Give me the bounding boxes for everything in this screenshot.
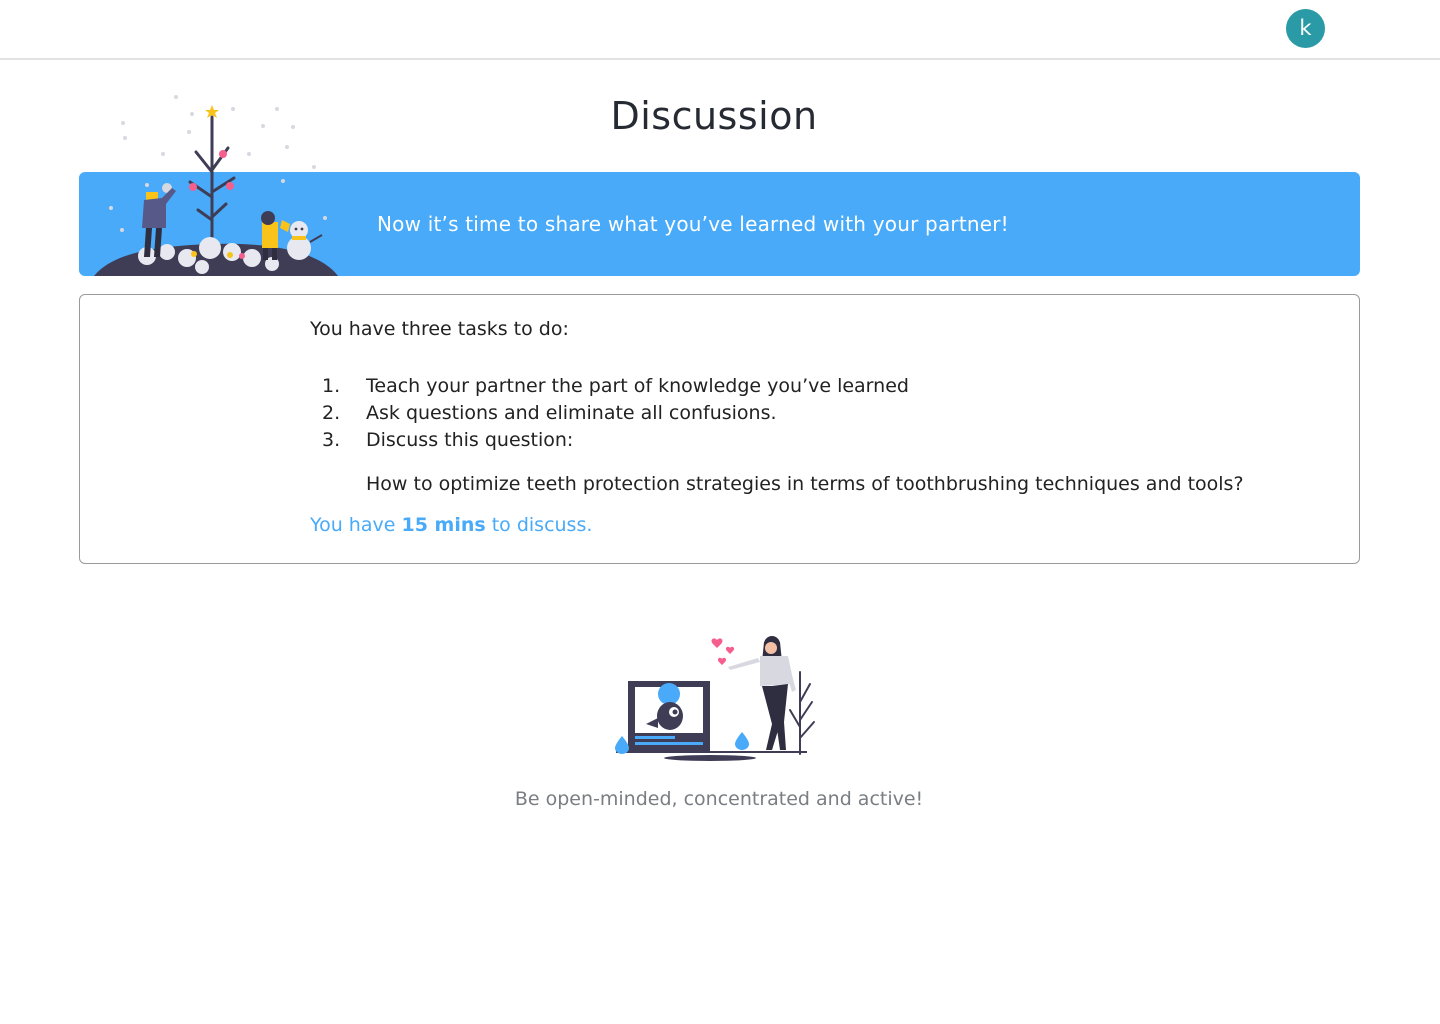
footer-note: Be open-minded, concentrated and active! bbox=[514, 788, 924, 810]
task-number: 1. bbox=[322, 375, 341, 397]
time-prefix: You have bbox=[310, 514, 396, 536]
time-value: 15 mins bbox=[401, 514, 486, 536]
task-text: Teach your partner the part of knowledge… bbox=[366, 375, 909, 397]
time-note: You have 15 mins to discuss. bbox=[310, 514, 592, 536]
banner-text: Now it’s time to share what you’ve learn… bbox=[377, 212, 1009, 236]
discussion-question: How to optimize teeth protection strateg… bbox=[366, 473, 1244, 495]
user-avatar[interactable]: k bbox=[1286, 9, 1325, 48]
video-call-illustration bbox=[615, 636, 815, 761]
task-text: Ask questions and eliminate all confusio… bbox=[366, 402, 777, 424]
tasks-intro: You have three tasks to do: bbox=[310, 318, 569, 340]
task-card: You have three tasks to do: 1. Teach you… bbox=[79, 294, 1360, 564]
winter-scene-illustration bbox=[94, 95, 338, 276]
task-number: 2. bbox=[322, 402, 341, 424]
time-suffix: to discuss. bbox=[491, 514, 593, 536]
task-number: 3. bbox=[322, 429, 341, 451]
top-bar: k bbox=[0, 0, 1440, 60]
task-text: Discuss this question: bbox=[366, 429, 574, 451]
